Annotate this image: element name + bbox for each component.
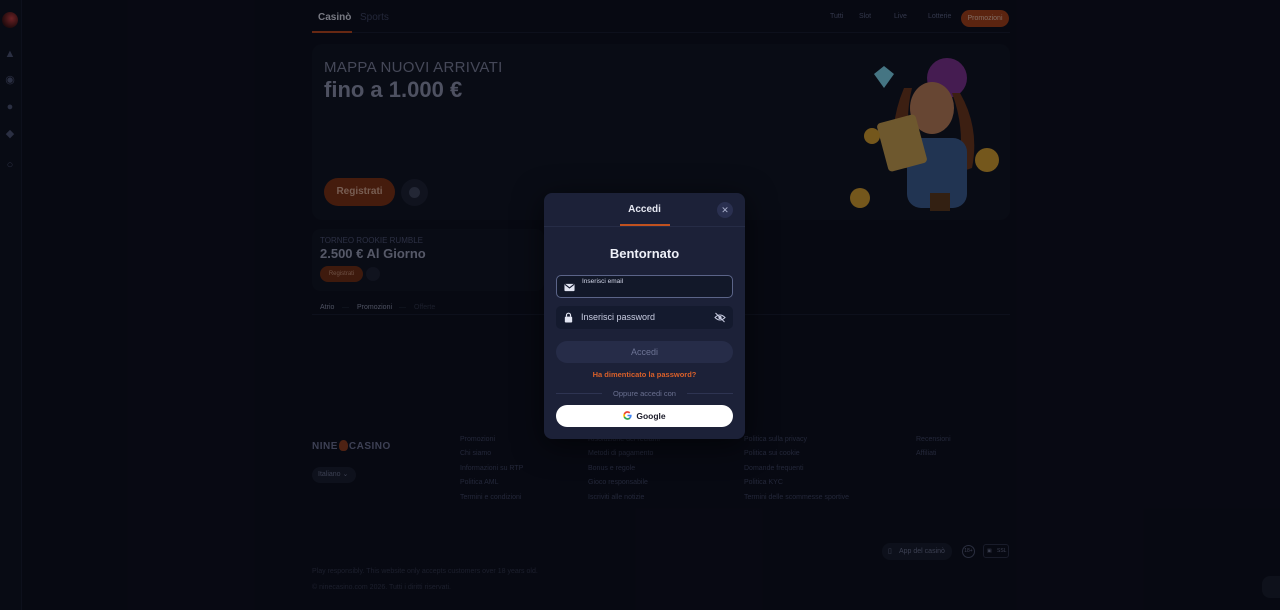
google-label: Google <box>636 411 666 421</box>
google-login-button[interactable]: Google <box>556 405 733 427</box>
email-field[interactable]: Inserisci email <box>556 275 733 298</box>
lock-icon <box>564 312 573 323</box>
forgot-password-link[interactable]: Ha dimenticato la password? <box>544 370 745 379</box>
modal-heading: Bentornato <box>609 246 680 261</box>
modal-divider <box>544 226 745 227</box>
email-field-label: Inserisci email <box>582 278 624 285</box>
password-placeholder: Inserisci password <box>581 312 656 322</box>
tab-login[interactable]: Accedi <box>544 204 745 215</box>
password-field[interactable]: Inserisci password <box>556 306 733 329</box>
google-icon <box>623 411 632 420</box>
close-icon[interactable]: ✕ <box>717 202 733 218</box>
envelope-icon <box>564 283 575 292</box>
divider-line <box>687 393 733 394</box>
eye-off-icon[interactable] <box>714 312 726 323</box>
login-modal: Accedi ✕ Bentornato Inserisci email Inse… <box>544 193 745 439</box>
login-submit-button[interactable]: Accedi <box>556 341 733 363</box>
